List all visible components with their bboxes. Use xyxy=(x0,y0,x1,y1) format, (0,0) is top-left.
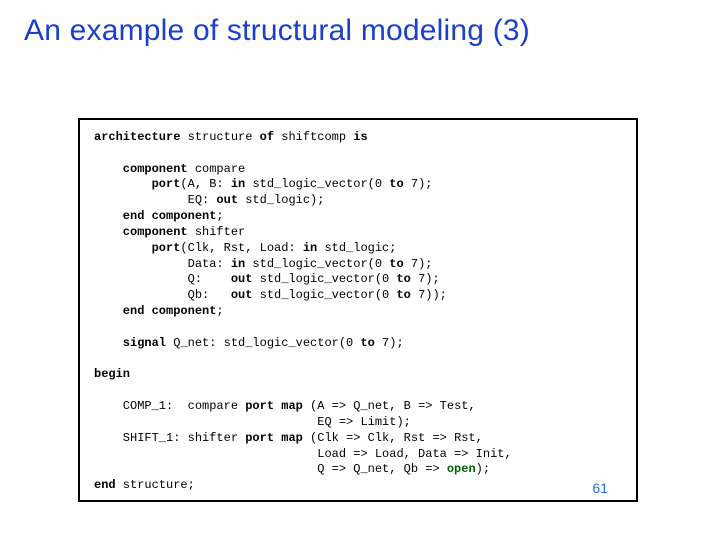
kw-in: in xyxy=(231,177,245,191)
txt: Qb: xyxy=(94,288,231,302)
txt: std_logic_vector(0 xyxy=(245,257,389,271)
txt: structure xyxy=(180,130,259,144)
kw-in: in xyxy=(231,257,245,271)
txt: Q => Q_net, Qb => xyxy=(94,462,447,476)
txt: Data: xyxy=(94,257,231,271)
kw-port-map: port map xyxy=(245,431,303,445)
kw-to: to xyxy=(389,257,403,271)
txt: (A => Q_net, B => Test, xyxy=(303,399,476,413)
kw-component: component xyxy=(94,162,188,176)
txt: 7); xyxy=(404,257,433,271)
kw-out: out xyxy=(231,288,253,302)
txt: std_logic_vector(0 xyxy=(245,177,389,191)
txt: ); xyxy=(476,462,490,476)
kw-port: port xyxy=(94,241,180,255)
txt: 7)); xyxy=(411,288,447,302)
kw-to: to xyxy=(396,272,410,286)
txt: structure; xyxy=(116,478,195,492)
txt: std_logic); xyxy=(238,193,324,207)
txt: 7); xyxy=(404,177,433,191)
kw-begin: begin xyxy=(94,367,130,381)
kw-end-component: end component xyxy=(94,209,216,223)
txt: 7); xyxy=(375,336,404,350)
txt: std_logic_vector(0 xyxy=(252,288,396,302)
kw-to: to xyxy=(360,336,374,350)
txt: shifter xyxy=(188,225,246,239)
kw-to: to xyxy=(396,288,410,302)
kw-end: end xyxy=(94,478,116,492)
kw-open: open xyxy=(447,462,476,476)
kw-architecture: architecture xyxy=(94,130,180,144)
slide: An example of structural modeling (3) ar… xyxy=(0,0,720,540)
txt: Q: xyxy=(94,272,231,286)
kw-end-component: end component xyxy=(94,304,216,318)
code-listing: architecture structure of shiftcomp is c… xyxy=(94,130,622,494)
kw-port-map: port map xyxy=(245,399,303,413)
kw-to: to xyxy=(389,177,403,191)
kw-in: in xyxy=(303,241,317,255)
txt: std_logic_vector(0 xyxy=(252,272,396,286)
txt: ; xyxy=(216,304,223,318)
code-box: architecture structure of shiftcomp is c… xyxy=(78,118,638,502)
txt: (A, B: xyxy=(180,177,230,191)
txt: compare xyxy=(188,162,246,176)
kw-of: of xyxy=(260,130,274,144)
txt: SHIFT_1: shifter xyxy=(94,431,245,445)
page-number: 61 xyxy=(592,480,608,496)
txt: 7); xyxy=(411,272,440,286)
txt: EQ => Limit); xyxy=(94,415,411,429)
kw-port: port xyxy=(94,177,180,191)
kw-is: is xyxy=(353,130,367,144)
kw-component: component xyxy=(94,225,188,239)
slide-title: An example of structural modeling (3) xyxy=(24,14,696,48)
txt: (Clk, Rst, Load: xyxy=(180,241,302,255)
txt: ; xyxy=(216,209,223,223)
txt: Load => Load, Data => Init, xyxy=(94,447,512,461)
kw-out: out xyxy=(231,272,253,286)
txt: shiftcomp xyxy=(274,130,353,144)
txt: Q_net: std_logic_vector(0 xyxy=(166,336,360,350)
kw-out: out xyxy=(216,193,238,207)
txt: EQ: xyxy=(94,193,216,207)
kw-signal: signal xyxy=(94,336,166,350)
txt: (Clk => Clk, Rst => Rst, xyxy=(303,431,483,445)
txt: std_logic; xyxy=(317,241,396,255)
txt: COMP_1: compare xyxy=(94,399,245,413)
